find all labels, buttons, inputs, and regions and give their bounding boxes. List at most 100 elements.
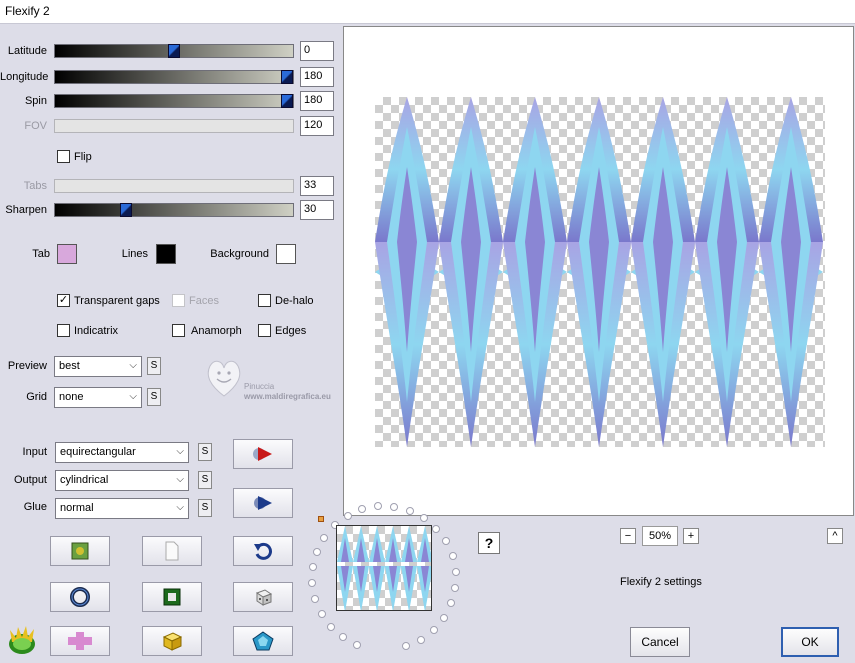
cancel-button[interactable]: Cancel <box>630 627 690 657</box>
indicatrix-checkbox[interactable] <box>57 324 70 337</box>
spin-field[interactable]: 180 <box>300 91 334 111</box>
dice-button[interactable] <box>233 582 293 612</box>
zoom-out-button[interactable]: − <box>620 528 636 544</box>
navigator-dot[interactable] <box>447 599 456 608</box>
latitude-slider[interactable] <box>54 44 294 58</box>
play-forward-button[interactable] <box>233 439 293 469</box>
frame-icon <box>163 588 181 606</box>
output-s-button[interactable]: S <box>198 471 212 489</box>
input-s-button[interactable]: S <box>198 443 212 461</box>
title-bar: Flexify 2 <box>0 0 855 24</box>
randomize-button[interactable] <box>50 536 110 566</box>
sharpen-slider[interactable] <box>54 203 294 217</box>
glue-s-button[interactable]: S <box>198 499 212 517</box>
latitude-thumb[interactable] <box>168 44 180 58</box>
navigator-dot[interactable] <box>451 583 460 592</box>
chevron-down-icon: ⌵ <box>176 474 184 485</box>
navigator-dot[interactable] <box>405 506 414 515</box>
sharpen-field[interactable]: 30 <box>300 200 334 220</box>
navigator-dot[interactable] <box>320 533 329 542</box>
navigator-dot[interactable] <box>308 579 317 588</box>
tabs-field[interactable]: 33 <box>300 176 334 196</box>
tabs-slider[interactable] <box>54 179 294 193</box>
latitude-field[interactable]: 0 <box>300 41 334 61</box>
tab-color-swatch[interactable] <box>57 244 77 264</box>
anamorph-label: Anamorph <box>191 325 242 337</box>
faces-label: Faces <box>189 295 219 307</box>
navigator-marker[interactable] <box>318 516 324 522</box>
navigator-dot[interactable] <box>440 613 448 622</box>
ring-button[interactable] <box>50 582 110 612</box>
de-halo-checkbox[interactable] <box>258 294 271 307</box>
fov-field[interactable]: 120 <box>300 116 334 136</box>
play-reverse-button[interactable] <box>233 488 293 518</box>
navigator-dot[interactable] <box>312 547 321 556</box>
ok-button[interactable]: OK <box>781 627 839 657</box>
spin-thumb[interactable] <box>281 94 293 108</box>
transparent-gaps-label: Transparent gaps <box>74 295 160 307</box>
navigator-dot[interactable] <box>432 524 441 533</box>
spin-slider[interactable] <box>54 94 294 108</box>
navigator-dot[interactable] <box>451 567 460 576</box>
tile-button[interactable] <box>50 626 110 656</box>
watermark-line1: Pinuccia <box>244 382 275 391</box>
navigator-dot[interactable] <box>390 502 399 511</box>
output-select[interactable]: cylindrical ⌵ <box>55 470 189 491</box>
watermark: Pinuccia www.maldiregrafica.eu <box>204 356 344 406</box>
ring-icon <box>70 587 90 607</box>
fov-slider[interactable] <box>54 119 294 133</box>
longitude-slider[interactable] <box>54 70 294 84</box>
cube-button[interactable] <box>142 626 202 656</box>
collapse-button[interactable]: ^ <box>827 528 843 544</box>
longitude-thumb[interactable] <box>281 70 293 84</box>
help-button[interactable]: ? <box>478 532 500 554</box>
background-color-swatch[interactable] <box>276 244 296 264</box>
input-value: equirectangular <box>60 446 136 458</box>
heart-logo-icon <box>207 360 241 397</box>
navigator-dot[interactable] <box>339 633 348 642</box>
preview-s-button[interactable]: S <box>147 357 161 375</box>
grid-select[interactable]: none ⌵ <box>54 387 142 408</box>
zoom-field[interactable]: 50% <box>642 526 678 546</box>
indicatrix-label: Indicatrix <box>74 325 119 337</box>
glue-select[interactable]: normal ⌵ <box>55 498 189 519</box>
longitude-field[interactable]: 180 <box>300 67 334 87</box>
navigator-dot[interactable] <box>448 552 457 561</box>
sharpen-thumb[interactable] <box>120 203 133 217</box>
faces-checkbox[interactable] <box>172 294 185 307</box>
anamorph-checkbox[interactable] <box>172 324 185 337</box>
navigator-dot[interactable] <box>317 609 326 618</box>
navigator-pattern <box>337 526 431 610</box>
frame-button[interactable] <box>142 582 202 612</box>
flip-checkbox[interactable] <box>57 150 70 163</box>
input-select[interactable]: equirectangular ⌵ <box>55 442 189 463</box>
navigator-dot[interactable] <box>429 626 438 635</box>
grid-label: Grid <box>26 391 47 403</box>
navigator-dot[interactable] <box>416 635 425 644</box>
play-globe-icon <box>254 496 272 510</box>
navigator-dot[interactable] <box>327 622 336 631</box>
watermark-line2: www.maldiregrafica.eu <box>244 392 331 401</box>
zoom-in-button[interactable]: + <box>683 528 699 544</box>
navigator-dot[interactable] <box>311 595 320 604</box>
preview-mode-select[interactable]: best ⌵ <box>54 356 142 377</box>
navigator-dot[interactable] <box>353 640 362 649</box>
undo-button[interactable] <box>233 536 293 566</box>
polyhedron-button[interactable] <box>233 626 293 656</box>
navigator-dot[interactable] <box>420 514 429 523</box>
tab-color-label: Tab <box>32 248 50 260</box>
lines-color-swatch[interactable] <box>156 244 176 264</box>
navigator-dot[interactable] <box>442 537 451 546</box>
grid-s-button[interactable]: S <box>147 388 161 406</box>
navigator-dot[interactable] <box>343 511 352 520</box>
sharpen-label: Sharpen <box>5 204 47 216</box>
app-logo-icon <box>6 624 40 656</box>
preview-canvas[interactable] <box>343 26 854 516</box>
navigator-dot[interactable] <box>402 642 411 651</box>
transparent-gaps-checkbox[interactable]: ✓ <box>57 294 70 307</box>
new-button[interactable] <box>142 536 202 566</box>
navigator-thumbnail[interactable] <box>336 525 432 611</box>
grid-value: none <box>59 391 84 403</box>
navigator-dot[interactable] <box>308 563 317 572</box>
edges-checkbox[interactable] <box>258 324 271 337</box>
